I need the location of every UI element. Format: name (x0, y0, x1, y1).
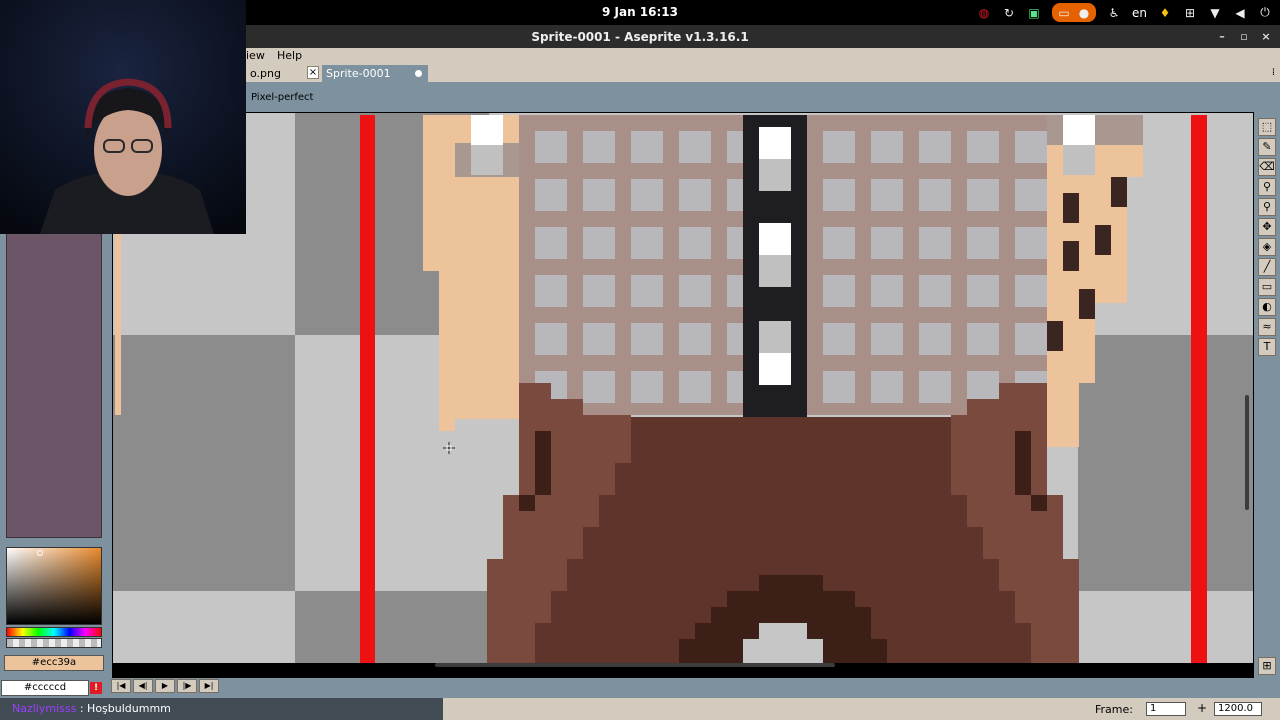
minimize-button[interactable]: – (1214, 28, 1230, 44)
sprite-canvas[interactable] (112, 112, 1254, 664)
wifi-icon[interactable]: ▼ (1208, 6, 1222, 20)
frame-label: Frame: (1095, 703, 1133, 716)
line-tool-icon[interactable]: ╱ (1258, 258, 1276, 276)
previous-frame-button[interactable]: ◀| (133, 679, 153, 693)
screencast-icon[interactable]: ◍ (977, 6, 991, 20)
fill-tool-icon[interactable]: ◈ (1258, 238, 1276, 256)
alpha-slider[interactable] (6, 638, 102, 648)
system-tray: ◍ ↻ ▣ ▭ ● ♿ en ♦ ⊞ ▼ ◀ ⏻ (977, 3, 1272, 22)
zoom-tool-icon[interactable]: ⚲ (1258, 198, 1276, 216)
play-button[interactable]: ▶ (155, 679, 175, 693)
blur-tool-icon[interactable]: ≈ (1258, 318, 1276, 336)
tools-toolbar: ⬚ ✎ ⌫ ⚲ ⚲ ✥ ◈ ╱ ▭ ◐ ≈ T ⊞ (1254, 112, 1280, 680)
first-frame-button[interactable]: |◀ (111, 679, 131, 693)
chat-username: Nazliymisss (12, 702, 77, 715)
webcam-overlay (0, 0, 246, 234)
tab-sprite-0001[interactable]: Sprite-0001 (322, 65, 428, 82)
move-tool-icon[interactable]: ✥ (1258, 218, 1276, 236)
eyedropper-tool-icon[interactable]: ⚲ (1258, 178, 1276, 196)
horizontal-scrollbar[interactable] (435, 663, 835, 667)
tab-label: Sprite-0001 (326, 67, 391, 80)
color-picker-cursor[interactable] (37, 550, 43, 556)
chat-overlay: Nazliymisss : Hoşbuldummm (0, 698, 443, 720)
tab-close-button[interactable]: × (307, 66, 319, 79)
maximize-button[interactable]: ▫ (1236, 28, 1252, 44)
volume-icon[interactable]: ◀ (1233, 6, 1247, 20)
tab-options-icon[interactable]: ⁞ (1272, 67, 1275, 78)
screen-share-indicator[interactable]: ▭ ● (1052, 3, 1096, 22)
marquee-tool-icon[interactable]: ⬚ (1258, 118, 1276, 136)
modified-dot-icon (415, 70, 422, 77)
next-frame-button[interactable]: |▶ (177, 679, 197, 693)
webcam-person-image (0, 0, 246, 234)
close-button[interactable]: × (1258, 28, 1274, 44)
menu-view[interactable]: iew (246, 49, 265, 62)
language-indicator[interactable]: en (1132, 6, 1147, 20)
pencil-tool-icon[interactable]: ✎ (1258, 138, 1276, 156)
refresh-icon[interactable]: ↻ (1002, 6, 1016, 20)
last-frame-button[interactable]: ▶| (199, 679, 219, 693)
pixel-perfect-option[interactable]: Pixel-perfect (251, 92, 313, 103)
rectangle-tool-icon[interactable]: ▭ (1258, 278, 1276, 296)
warning-icon[interactable]: ! (90, 682, 102, 694)
foreground-color-hex[interactable]: #ecc39a (4, 655, 104, 671)
chat-separator: : (76, 702, 88, 715)
eraser-tool-icon[interactable]: ⌫ (1258, 158, 1276, 176)
chat-message: Hoşbuldummm (87, 702, 171, 715)
power-icon[interactable]: ⏻ (1258, 5, 1272, 20)
lock-icon[interactable]: ▣ (1027, 6, 1041, 20)
tab-label: o.png (250, 67, 281, 80)
color-picker-field[interactable] (6, 547, 102, 625)
window-controls: – ▫ × (1214, 28, 1274, 44)
frame-number-input[interactable]: 1 (1146, 702, 1186, 716)
background-color-hex[interactable]: #cccccd (1, 680, 89, 696)
contour-tool-icon[interactable]: ◐ (1258, 298, 1276, 316)
sprite-artwork (113, 113, 1253, 663)
hue-slider[interactable] (6, 627, 102, 637)
vertical-scrollbar[interactable] (1245, 395, 1249, 510)
add-frame-button[interactable]: + (1195, 702, 1209, 716)
accessibility-icon[interactable]: ♿ (1107, 6, 1121, 20)
network-icon[interactable]: ⊞ (1183, 6, 1197, 20)
crosshair-cursor-icon (443, 439, 455, 454)
text-tool-icon[interactable]: T (1258, 338, 1276, 356)
menu-help[interactable]: Help (277, 49, 302, 62)
microphone-icon[interactable]: ♦ (1158, 6, 1172, 20)
layout-toggle-icon[interactable]: ⊞ (1258, 657, 1276, 675)
recording-dot-icon: ● (1078, 5, 1090, 20)
tab-png-file[interactable]: o.png × (246, 65, 322, 82)
cast-icon: ▭ (1058, 5, 1070, 20)
zoom-level-field[interactable]: 1200.0 (1214, 702, 1262, 716)
